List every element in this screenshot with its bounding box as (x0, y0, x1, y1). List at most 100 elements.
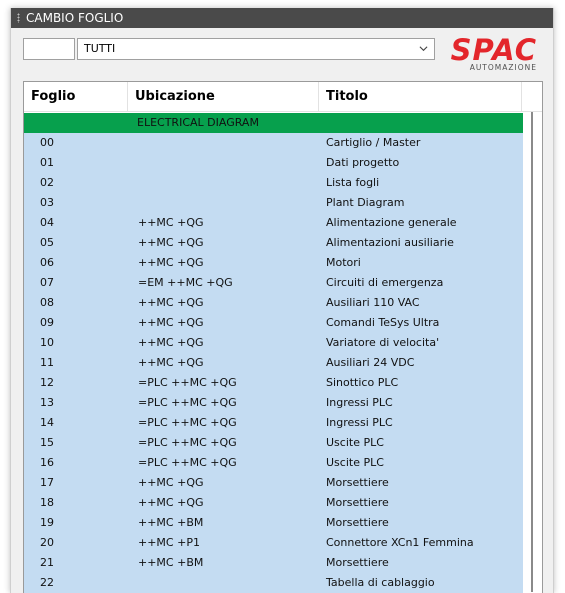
cell-ubicazione: =PLC ++MC +QG (138, 456, 237, 469)
cell-ubicazione: ++MC +QG (138, 216, 204, 229)
cell-foglio: 11 (40, 356, 54, 369)
title-bar[interactable]: CAMBIO FOGLIO (11, 8, 553, 28)
cell-titolo: Morsettiere (326, 556, 389, 569)
group-label: ELECTRICAL DIAGRAM (137, 116, 259, 129)
cell-titolo: Connettore XCn1 Femmina (326, 536, 474, 549)
table-row[interactable]: 01 Dati progetto (24, 153, 524, 173)
cell-ubicazione: ++MC +BM (138, 556, 204, 569)
column-header-foglio[interactable]: Foglio (24, 82, 128, 111)
grip-icon[interactable] (17, 13, 20, 23)
cell-ubicazione: =PLC ++MC +QG (138, 416, 237, 429)
table-row[interactable]: 13 =PLC ++MC +QG Ingressi PLC (24, 393, 524, 413)
cell-ubicazione: =EM ++MC +QG (138, 276, 233, 289)
cell-ubicazione: ++MC +P1 (138, 536, 200, 549)
group-row[interactable]: ELECTRICAL DIAGRAM (24, 113, 524, 133)
cell-titolo: Uscite PLC (326, 436, 384, 449)
cell-titolo: Variatore di velocita' (326, 336, 440, 349)
table-row[interactable]: 17 ++MC +QG Morsettiere (24, 473, 524, 493)
cell-titolo: Comandi TeSys Ultra (326, 316, 440, 329)
cell-titolo: Alimentazione generale (326, 216, 457, 229)
cell-titolo: Morsettiere (326, 496, 389, 509)
cell-ubicazione (128, 193, 319, 213)
cell-foglio: 18 (40, 496, 54, 509)
cell-titolo: Uscite PLC (326, 456, 384, 469)
cell-titolo: Motori (326, 256, 361, 269)
cell-titolo: Ausiliari 24 VDC (326, 356, 415, 369)
cell-foglio: 10 (40, 336, 54, 349)
cell-ubicazione (128, 133, 319, 153)
table-row[interactable]: 18 ++MC +QG Morsettiere (24, 493, 524, 513)
cell-titolo: Morsettiere (326, 516, 389, 529)
table-row[interactable]: 04 ++MC +QG Alimentazione generale (24, 213, 524, 233)
vertical-scrollbar[interactable] (523, 112, 542, 593)
table-row[interactable]: 22 Tabella di cablaggio (24, 573, 524, 593)
table-header: Foglio Ubicazione Titolo (24, 82, 542, 112)
table-row[interactable]: 11 ++MC +QG Ausiliari 24 VDC (24, 353, 524, 373)
cell-titolo: Alimentazioni ausiliarie (326, 236, 454, 249)
cell-foglio: 08 (40, 296, 54, 309)
filter-dropdown[interactable]: TUTTI (77, 38, 435, 60)
cell-ubicazione (128, 573, 319, 593)
cell-ubicazione: =PLC ++MC +QG (138, 396, 237, 409)
cell-titolo: Dati progetto (326, 156, 400, 169)
cell-foglio: 21 (40, 556, 54, 569)
cell-ubicazione: ++MC +QG (138, 336, 204, 349)
table-row[interactable]: 10 ++MC +QG Variatore di velocita' (24, 333, 524, 353)
cell-ubicazione: ++MC +QG (138, 316, 204, 329)
table-row[interactable]: 21 ++MC +BM Morsettiere (24, 553, 524, 573)
cell-foglio: 07 (40, 276, 54, 289)
cell-titolo: Ingressi PLC (326, 396, 393, 409)
cell-foglio: 13 (40, 396, 54, 409)
cell-foglio: 19 (40, 516, 54, 529)
cell-foglio: 15 (40, 436, 54, 449)
table-row[interactable]: 09 ++MC +QG Comandi TeSys Ultra (24, 313, 524, 333)
chevron-down-icon[interactable] (419, 44, 428, 53)
cell-foglio: 16 (40, 456, 54, 469)
cell-ubicazione: =PLC ++MC +QG (138, 436, 237, 449)
cell-ubicazione: ++MC +QG (138, 476, 204, 489)
cell-foglio: 14 (40, 416, 54, 429)
cell-ubicazione: =PLC ++MC +QG (138, 376, 237, 389)
table-row[interactable]: 05 ++MC +QG Alimentazioni ausiliarie (24, 233, 524, 253)
table-row[interactable]: 03 Plant Diagram (24, 193, 524, 213)
cell-foglio: 20 (40, 536, 54, 549)
column-header-titolo[interactable]: Titolo (319, 82, 522, 111)
scrollbar-thumb[interactable] (531, 112, 533, 592)
cell-foglio: 06 (40, 256, 54, 269)
column-header-ubicazione[interactable]: Ubicazione (128, 82, 319, 111)
cell-titolo: Plant Diagram (326, 196, 405, 209)
sheet-table: Foglio Ubicazione Titolo ELECTRICAL DIAG… (23, 81, 543, 593)
cell-ubicazione: ++MC +QG (138, 496, 204, 509)
cell-titolo: Cartiglio / Master (326, 136, 421, 149)
cell-foglio: 05 (40, 236, 54, 249)
table-row[interactable]: 07 =EM ++MC +QG Circuiti di emergenza (24, 273, 524, 293)
table-row[interactable]: 14 =PLC ++MC +QG Ingressi PLC (24, 413, 524, 433)
cell-ubicazione: ++MC +QG (138, 236, 204, 249)
cell-foglio: 02 (40, 176, 54, 189)
table-row[interactable]: 15 =PLC ++MC +QG Uscite PLC (24, 433, 524, 453)
toolbar: TUTTI SPAC AUTOMAZIONE (23, 33, 543, 76)
table-row[interactable]: 16 =PLC ++MC +QG Uscite PLC (24, 453, 524, 473)
cell-foglio: 01 (40, 156, 54, 169)
cell-titolo: Circuiti di emergenza (326, 276, 444, 289)
cell-foglio: 09 (40, 316, 54, 329)
table-row[interactable]: 02 Lista fogli (24, 173, 524, 193)
cell-foglio: 04 (40, 216, 54, 229)
sheet-number-input[interactable] (23, 38, 75, 60)
cell-ubicazione: ++MC +QG (138, 296, 204, 309)
table-row[interactable]: 00 Cartiglio / Master (24, 133, 524, 153)
table-row[interactable]: 08 ++MC +QG Ausiliari 110 VAC (24, 293, 524, 313)
logo-brand: SPAC (450, 33, 537, 67)
cell-foglio: 12 (40, 376, 54, 389)
cambio-foglio-panel: CAMBIO FOGLIO TUTTI SPAC AUTOMAZIONE Fog… (10, 8, 554, 593)
cell-foglio: 00 (40, 136, 54, 149)
cell-ubicazione: ++MC +BM (138, 516, 204, 529)
company-logo: SPAC AUTOMAZIONE (437, 33, 543, 74)
table-row[interactable]: 12 =PLC ++MC +QG Sinottico PLC (24, 373, 524, 393)
cell-ubicazione: ++MC +QG (138, 356, 204, 369)
table-row[interactable]: 20 ++MC +P1 Connettore XCn1 Femmina (24, 533, 524, 553)
table-row[interactable]: 06 ++MC +QG Motori (24, 253, 524, 273)
cell-ubicazione (128, 153, 319, 173)
cell-foglio: 22 (40, 576, 54, 589)
table-row[interactable]: 19 ++MC +BM Morsettiere (24, 513, 524, 533)
